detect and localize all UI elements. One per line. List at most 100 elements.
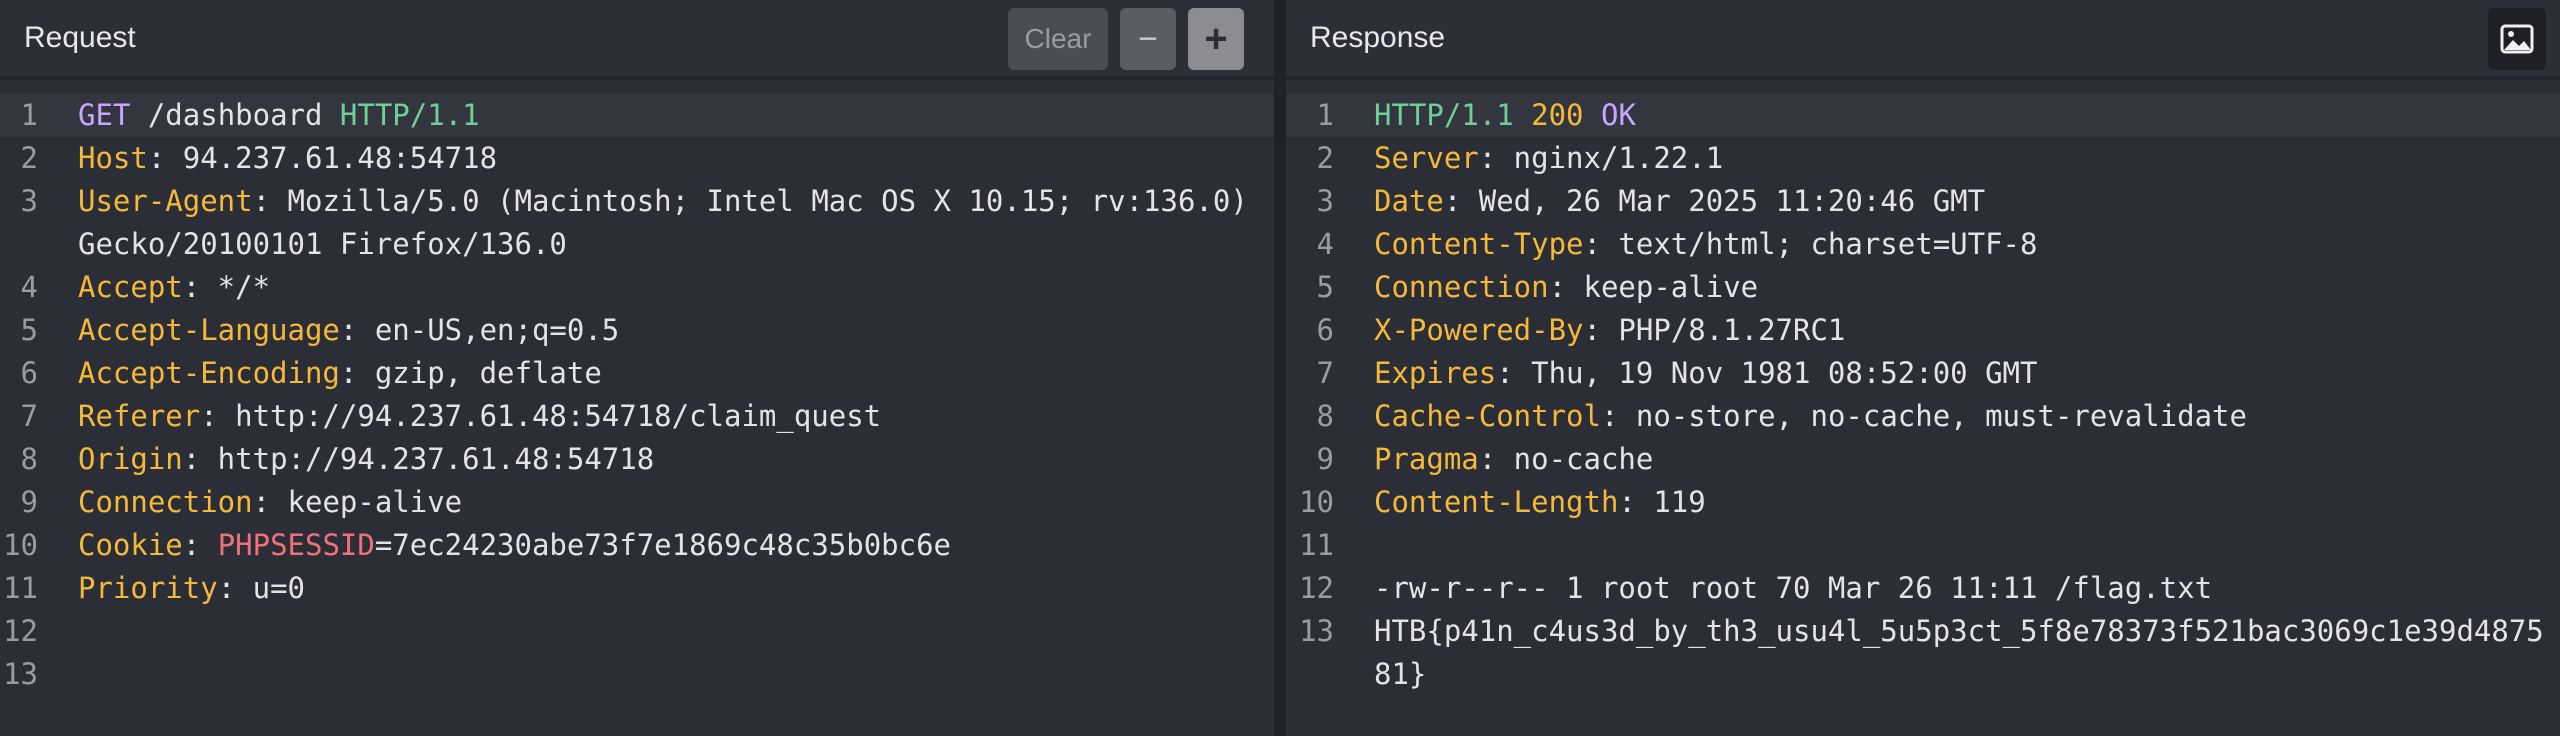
empty-line: 11 [1286,524,2560,567]
header-line: 3 Date: Wed, 26 Mar 2025 11:20:46 GMT [1286,180,2560,223]
line-number: 10 [1299,485,1334,519]
header-text: Expires: Thu, 19 Nov 1981 08:52:00 GMT [1334,352,2560,395]
header-value: : no-store, no-cache, must-revalidate [1600,399,2247,433]
header-value: : nginx/1.22.1 [1478,141,1724,175]
response-pane: Response 1 HTTP/1.1 200 OK 2 Server: ngi… [1285,0,2560,736]
empty-line: 12 [0,610,1274,653]
header-line: 4 Accept: */* [0,266,1274,309]
zoom-in-button[interactable]: + [1188,8,1245,70]
header-text: Content-Length: 119 [1334,481,2560,524]
image-icon [2500,24,2534,54]
header-name: Accept-Encoding [78,356,340,390]
status-line: 1 HTTP/1.1 200 OK [1285,94,2560,137]
header-value: : en-US,en;q=0.5 [339,313,620,347]
line-number: 9 [20,485,38,519]
line-number: 6 [1316,313,1334,347]
header-text: Date: Wed, 26 Mar 2025 11:20:46 GMT [1334,180,2560,223]
header-line: 5 Connection: keep-alive [1286,266,2560,309]
header-name: Origin [78,442,183,476]
body-text: -rw-r--r-- 1 root root 70 Mar 26 11:11 /… [1373,571,2213,605]
pane-divider[interactable] [1274,0,1286,736]
header-text: User-Agent: Mozilla/5.0 (Macintosh; Inte… [38,180,1274,266]
header-name: Date [1373,184,1444,218]
header-name: Connection [1373,270,1549,304]
header-name: Connection [78,485,253,519]
status-code: 200 [1513,98,1601,132]
header-name: Cookie [78,528,183,562]
line-number: 13 [1299,614,1334,648]
header-name: Expires [1373,356,1497,390]
line-number: 11 [3,571,38,605]
header-text: Server: nginx/1.22.1 [1334,137,2560,180]
line-number: 12 [3,614,38,648]
line-number: 1 [1316,98,1334,132]
http-protocol: HTTP/1.1 [339,98,480,132]
header-value: : 94.237.61.48:54718 [147,141,498,175]
line-number: 3 [1316,184,1334,218]
header-value: : keep-alive [252,485,463,519]
header-line: 9 Connection: keep-alive [0,481,1274,524]
header-value: : */* [182,270,271,304]
header-text: Accept-Language: en-US,en;q=0.5 [38,309,1274,352]
header-name: User-Agent [78,184,253,218]
header-text: Cookie: PHPSESSID=7ec24230abe73f7e1869c4… [38,524,1274,567]
http-protocol: HTTP/1.1 [1373,98,1514,132]
line-number: 8 [20,442,38,476]
header-line: 8 Cache-Control: no-store, no-cache, mus… [1286,395,2560,438]
line-number: 13 [3,657,38,691]
request-title: Request [24,21,136,54]
line-number: 12 [1299,571,1334,605]
status-line-text: HTTP/1.1 200 OK [1334,94,2560,137]
line-number: 6 [20,356,38,390]
request-header: Request Clear − + [0,0,1275,80]
line-number: 5 [20,313,38,347]
header-value: : no-cache [1478,442,1654,476]
response-editor[interactable]: 1 HTTP/1.1 200 OK 2 Server: nginx/1.22.1… [1285,94,2560,696]
zoom-out-button[interactable]: − [1120,8,1177,70]
header-text: Referer: http://94.237.61.48:54718/claim… [38,395,1274,438]
header-text: Pragma: no-cache [1334,438,2560,481]
header-text: Content-Type: text/html; charset=UTF-8 [1334,223,2560,266]
request-pane: Request Clear − + 1 GET /dashboard HTTP/… [0,0,1275,736]
flag-text: HTB{p41n_c4us3d_by_th3_usu4l_5u5p3ct_5f8… [1373,614,2544,691]
status-reason: OK [1600,98,1636,132]
header-line: 7 Expires: Thu, 19 Nov 1981 08:52:00 GMT [1286,352,2560,395]
line-number: 3 [20,184,38,218]
cookie-name: PHPSESSID [217,528,375,562]
header-text: Connection: keep-alive [1334,266,2560,309]
body-line: 12 -rw-r--r-- 1 root root 70 Mar 26 11:1… [1286,567,2560,610]
header-line: 11 Priority: u=0 [0,567,1274,610]
render-image-button[interactable] [2488,8,2546,70]
header-name: Referer [78,399,201,433]
header-name: Cache-Control [1373,399,1601,433]
header-value: : gzip, deflate [339,356,602,390]
header-name: Pragma [1373,442,1479,476]
header-text: X-Powered-By: PHP/8.1.27RC1 [1334,309,2560,352]
header-line: 6 X-Powered-By: PHP/8.1.27RC1 [1286,309,2560,352]
header-value: : 119 [1618,485,1706,519]
header-line: 2 Server: nginx/1.22.1 [1286,137,2560,180]
header-line: 4 Content-Type: text/html; charset=UTF-8 [1286,223,2560,266]
line-number: 8 [1316,399,1334,433]
response-header: Response [1285,0,2560,80]
header-line: 6 Accept-Encoding: gzip, deflate [0,352,1274,395]
header-text: Cache-Control: no-store, no-cache, must-… [1334,395,2560,438]
line-number: 4 [1316,227,1334,261]
cookie-value: =7ec24230abe73f7e1869c48c35b0bc6e [374,528,951,562]
header-text: Accept-Encoding: gzip, deflate [38,352,1274,395]
request-editor[interactable]: 1 GET /dashboard HTTP/1.1 2 Host: 94.237… [0,94,1275,696]
line-number: 9 [1316,442,1334,476]
header-colon: : [182,528,218,562]
clear-button[interactable]: Clear [1008,8,1109,70]
header-name: X-Powered-By [1373,313,1584,347]
request-toolbar: Clear − + [1008,8,1245,70]
header-value: : http://94.237.61.48:54718 [182,442,655,476]
body-line: 13 HTB{p41n_c4us3d_by_th3_usu4l_5u5p3ct_… [1286,610,2560,696]
header-line: 2 Host: 94.237.61.48:54718 [0,137,1274,180]
request-path: /dashboard [130,98,340,132]
header-value: : Wed, 26 Mar 2025 11:20:46 GMT [1443,184,1986,218]
http-viewer: Request Clear − + 1 GET /dashboard HTTP/… [0,0,2560,736]
line-number: 5 [1316,270,1334,304]
header-value: : u=0 [217,571,305,605]
header-name: Accept-Language [78,313,340,347]
